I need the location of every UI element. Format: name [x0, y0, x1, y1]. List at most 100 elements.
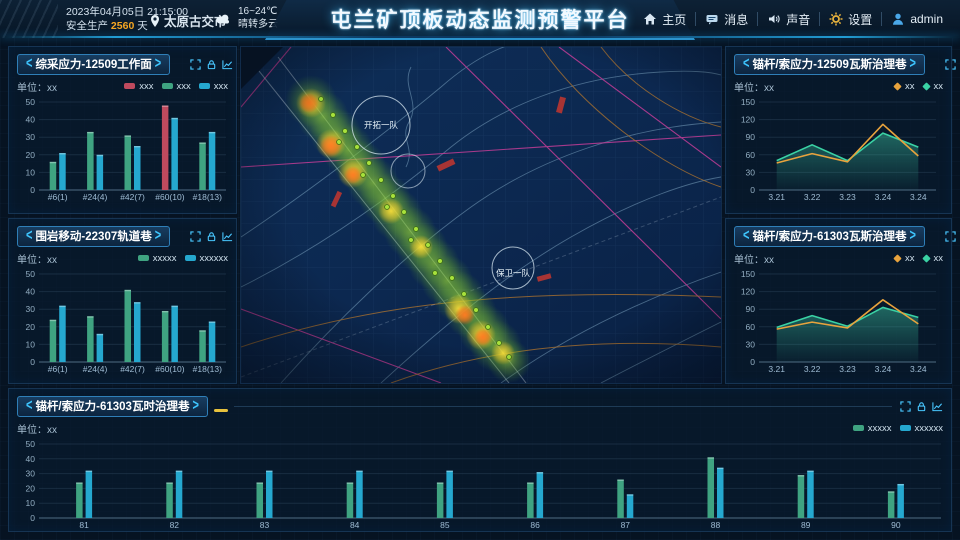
legend-item[interactable]: xxxxxx	[185, 253, 229, 264]
legend-label: xxxxxx	[200, 253, 229, 264]
fullscreen-icon[interactable]	[945, 231, 956, 242]
svg-text:0: 0	[30, 185, 35, 195]
legend-item[interactable]: xxxxx	[138, 253, 177, 264]
legend-item[interactable]: xx	[894, 253, 915, 264]
svg-text:60: 60	[746, 322, 756, 332]
svg-text:30: 30	[746, 167, 756, 177]
svg-text:30: 30	[26, 469, 36, 479]
svg-text:#24(4): #24(4)	[83, 364, 108, 374]
legend-label: xx	[934, 253, 944, 264]
panel-title-pill[interactable]: < 锚杆/索应力-61303瓦斯治理巷 >	[734, 226, 925, 247]
gear-icon	[829, 12, 843, 26]
panel-rock-movement: < 围岩移动-22307轨道巷 > 单位：xx xxxxxxxxxxx 0102…	[8, 218, 237, 384]
mine-map[interactable]: 开拓一队 保卫一队	[240, 46, 722, 384]
weather-temp: 16~24℃	[238, 5, 278, 18]
title-underline	[214, 409, 228, 412]
svg-text:50: 50	[26, 439, 36, 449]
fullscreen-icon[interactable]	[190, 59, 201, 70]
svg-text:30: 30	[26, 132, 36, 142]
legend-item[interactable]: xxxxxx	[900, 423, 944, 434]
legend-label: xxx	[177, 81, 191, 92]
legend-swatch	[922, 82, 930, 90]
legend-item[interactable]: xxx	[124, 81, 153, 92]
unit-label: 单位：xx	[17, 79, 57, 94]
svg-text:20: 20	[26, 322, 36, 332]
lock-icon[interactable]	[916, 401, 927, 412]
fullscreen-icon[interactable]	[945, 59, 956, 70]
nav-home-label: 主页	[662, 11, 686, 28]
svg-text:#42(7): #42(7)	[120, 192, 145, 202]
svg-text:3.21: 3.21	[768, 192, 785, 202]
svg-text:20: 20	[26, 150, 36, 160]
panel-title-pill[interactable]: < 锚杆/索应力-12509瓦斯治理巷 >	[734, 54, 925, 75]
svg-text:40: 40	[26, 454, 36, 464]
legend-label: xxx	[214, 81, 228, 92]
title-plate: 屯兰矿顶板动态监测预警平台	[265, 0, 695, 40]
panel-title: 围岩移动-22307轨道巷	[35, 228, 151, 244]
panel-title-pill[interactable]: < 综采应力-12509工作面 >	[17, 54, 170, 75]
unit-label: 单位：xx	[734, 251, 774, 266]
svg-text:120: 120	[741, 115, 755, 125]
panel-title: 锚杆/索应力-12509瓦斯治理巷	[752, 56, 906, 72]
panel-title-pill[interactable]: < 围岩移动-22307轨道巷 >	[17, 226, 170, 247]
nav-message-label: 消息	[724, 11, 748, 28]
unit-label: 单位：xx	[17, 421, 57, 436]
svg-text:88: 88	[711, 520, 721, 530]
legend-item[interactable]: xxx	[199, 81, 228, 92]
legend-item[interactable]: xx	[923, 81, 944, 92]
fullscreen-icon[interactable]	[900, 401, 911, 412]
panel-toolbar	[945, 231, 960, 242]
svg-text:10: 10	[26, 498, 36, 508]
panel-title: 锚杆/索应力-61303瓦斯治理巷	[752, 228, 906, 244]
trend-icon[interactable]	[222, 231, 233, 242]
panel-title: 锚杆/索应力-61303瓦时治理巷	[35, 398, 189, 414]
nav-user-label: admin	[910, 12, 943, 26]
svg-text:87: 87	[621, 520, 631, 530]
svg-text:#42(7): #42(7)	[120, 364, 145, 374]
nav-settings[interactable]: 设置	[820, 11, 881, 28]
svg-text:81: 81	[79, 520, 89, 530]
svg-text:120: 120	[741, 287, 755, 297]
svg-text:150: 150	[741, 97, 755, 107]
svg-text:90: 90	[746, 304, 756, 314]
bar-chart: 0102030405081828384858687888990	[17, 437, 945, 531]
chevron-right-icon: >	[909, 56, 915, 73]
panel-bolt-stress-61303: < 锚杆/索应力-61303瓦斯治理巷 > 单位：xx xxxx 0306090…	[725, 218, 952, 384]
chevron-left-icon: <	[26, 56, 32, 73]
lock-icon[interactable]	[206, 59, 217, 70]
nav-message[interactable]: 消息	[696, 11, 757, 28]
legend-swatch	[893, 82, 901, 90]
fullscreen-icon[interactable]	[190, 231, 201, 242]
panel-mining-stress: < 综采应力-12509工作面 > 单位：xx xxxxxxxxx 010203…	[8, 46, 237, 214]
svg-text:83: 83	[260, 520, 270, 530]
legend-item[interactable]: xx	[894, 81, 915, 92]
legend-swatch	[922, 254, 930, 262]
nav-sound[interactable]: 声音	[758, 11, 819, 28]
chevron-right-icon: >	[909, 228, 915, 245]
svg-text:#24(4): #24(4)	[83, 192, 108, 202]
safety-days-number: 2560	[111, 20, 134, 32]
legend-swatch	[162, 83, 173, 89]
legend-label: xx	[934, 81, 944, 92]
svg-text:60: 60	[746, 150, 756, 160]
header-line	[234, 406, 892, 407]
line-chart: 03060901201503.213.223.233.243.24	[734, 95, 945, 203]
svg-text:3.24: 3.24	[910, 364, 927, 374]
lock-icon[interactable]	[206, 231, 217, 242]
legend-swatch	[853, 425, 864, 431]
svg-text:3.22: 3.22	[804, 364, 821, 374]
legend-item[interactable]: xx	[923, 253, 944, 264]
nav-user[interactable]: admin	[882, 12, 952, 26]
svg-text:50: 50	[26, 269, 36, 279]
chevron-right-icon: >	[192, 398, 198, 415]
svg-text:86: 86	[530, 520, 540, 530]
trend-icon[interactable]	[932, 401, 943, 412]
trend-icon[interactable]	[222, 59, 233, 70]
legend-item[interactable]: xxxxx	[853, 423, 892, 434]
nav-home[interactable]: 主页	[634, 11, 695, 28]
panel-title-pill[interactable]: < 锚杆/索应力-61303瓦时治理巷 >	[17, 396, 208, 417]
svg-text:40: 40	[26, 287, 36, 297]
legend-item[interactable]: xxx	[162, 81, 191, 92]
sound-icon	[767, 12, 781, 26]
svg-text:0: 0	[30, 513, 35, 523]
